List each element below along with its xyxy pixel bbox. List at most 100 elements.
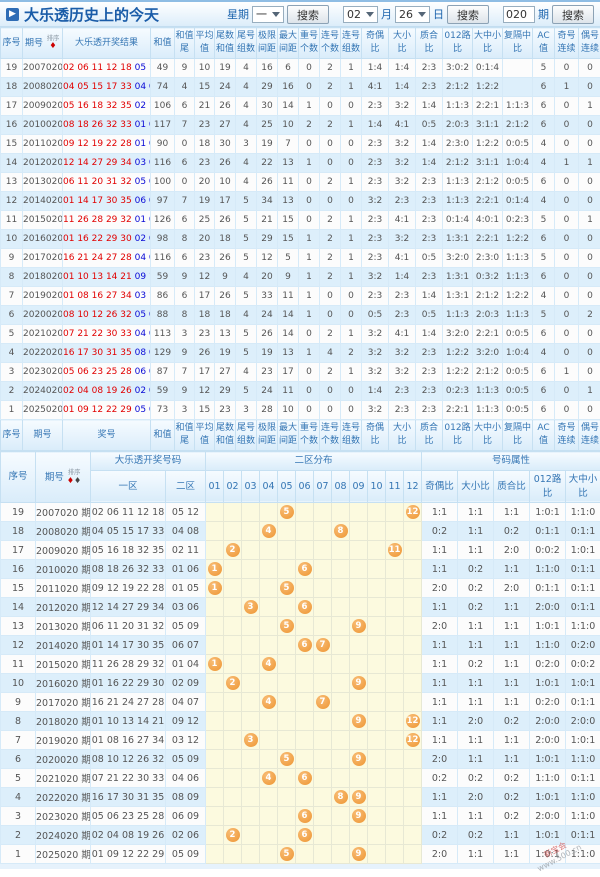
period-cell: 2025020 [23, 401, 63, 420]
back-numbers: 02 06 [135, 386, 151, 396]
table-row: 162010020 期08 18 26 32 3301 06161:10:21:… [1, 560, 600, 579]
period-cell: 2019020 [23, 287, 63, 306]
dist-cell [350, 693, 368, 712]
seq-cell: 1 [1, 845, 36, 864]
seq-cell: 14 [1, 598, 36, 617]
value-cell: 2 [320, 268, 341, 287]
value-cell: 9 [215, 268, 236, 287]
value-cell: 30 [215, 135, 236, 154]
attr-cell: 1:1 [494, 617, 530, 636]
dist-cell [386, 503, 404, 522]
value-cell: 0 [579, 230, 600, 249]
dist-cell [242, 807, 260, 826]
value-cell: 1 [299, 154, 320, 173]
seq-cell: 4 [1, 344, 23, 363]
value-cell: 2:1:2 [473, 287, 503, 306]
month-select[interactable]: 02 [343, 6, 378, 23]
dist-column-header-05: 05 [278, 470, 296, 503]
dist-cell [368, 598, 386, 617]
ball: 8 [334, 790, 348, 804]
dist-cell [368, 541, 386, 560]
dist-cell: 9 [350, 674, 368, 693]
value-cell: 24 [215, 78, 236, 97]
attr-cell: 0:1:1 [566, 693, 600, 712]
value-cell: 0 [555, 344, 579, 363]
attr-cell: 1:1:0 [566, 807, 600, 826]
table-row: 72019020 期01 08 16 27 3403 123121:11:11:… [1, 731, 600, 750]
sort-icon[interactable]: 排序♦♦ [67, 469, 81, 486]
column-header-9: 最大间距 [278, 28, 299, 59]
dist-cell [404, 693, 422, 712]
dist-cell [368, 788, 386, 807]
value-cell: 3:2 [389, 97, 416, 116]
week-search-button[interactable]: 搜索 [287, 5, 329, 24]
value-cell: 1:4 [416, 135, 443, 154]
day-select-value: 26 [399, 8, 413, 21]
value-cell: 12 [195, 382, 215, 401]
attr-cell: 1:1 [422, 807, 458, 826]
ball: 11 [388, 543, 402, 557]
back-numbers: 01 04 [135, 215, 151, 225]
date-search-button[interactable]: 搜索 [447, 5, 489, 24]
dist-cell [224, 579, 242, 598]
dist-cell [224, 788, 242, 807]
value-cell: 1:4 [389, 59, 416, 78]
value-cell: 0 [341, 287, 362, 306]
value-cell: 15 [278, 230, 299, 249]
issue-input[interactable] [503, 6, 535, 23]
seq-cell: 18 [1, 78, 23, 97]
value-cell: 0 [555, 268, 579, 287]
value-cell: 0 [175, 135, 195, 154]
attr-cell: 1:1 [458, 674, 494, 693]
period-cell: 2014020 期 [36, 636, 91, 655]
table-row: 122014020 期01 14 17 30 3506 07671:11:11:… [1, 636, 600, 655]
dist-cell [314, 845, 332, 864]
value-cell: 2 [320, 363, 341, 382]
dist-cell [224, 636, 242, 655]
value-cell: 27 [215, 363, 236, 382]
value-cell: 1:1:3 [443, 306, 473, 325]
dist-cell [278, 826, 296, 845]
dist-cell [242, 693, 260, 712]
zone2-cell: 08 09 [166, 788, 206, 807]
period-cell: 2020020 [23, 306, 63, 325]
value-cell: 2 [320, 59, 341, 78]
value-cell: 13 [215, 325, 236, 344]
value-cell: 3:2 [362, 401, 389, 420]
value-cell: 7 [278, 135, 299, 154]
table2-group-header-row: 序号期号排序♦♦大乐透开奖号码二区分布号码属性 [1, 452, 600, 471]
result-cell: 05 16 18 32 35 02 11 [63, 97, 151, 116]
value-cell: 1:3:1 [443, 268, 473, 287]
value-cell: 0 [579, 249, 600, 268]
attr-cell: 1:1 [458, 503, 494, 522]
attr-cell: 1:0:1 [530, 503, 566, 522]
issue-search-button[interactable]: 搜索 [552, 5, 594, 24]
value-cell: 1:1:3 [503, 249, 533, 268]
period-cell: 2020020 期 [36, 750, 91, 769]
dist-cell: 12 [404, 731, 422, 750]
value-cell: 0 [555, 59, 579, 78]
day-select[interactable]: 26 [395, 6, 430, 23]
value-cell: 1 [299, 268, 320, 287]
dist-cell [242, 541, 260, 560]
result-cell: 05 06 23 25 28 06 09 [63, 363, 151, 382]
attr-cell: 0:2 [458, 655, 494, 674]
footer-column-header-6: 尾数和值 [215, 420, 236, 451]
value-cell: 20 [195, 173, 215, 192]
value-cell: 0 [341, 192, 362, 211]
value-cell: 4:1 [389, 325, 416, 344]
sort-icon[interactable]: 排序♦ [46, 35, 60, 51]
period-cell: 2014020 [23, 192, 63, 211]
attr-cell: 1:0:1 [530, 845, 566, 864]
dist-cell [368, 750, 386, 769]
value-cell: 3:2 [362, 344, 389, 363]
week-select[interactable]: 一 [252, 6, 284, 23]
zone2-cell: 06 09 [166, 807, 206, 826]
result-cell: 07 21 22 30 33 04 06 [63, 325, 151, 344]
chevron-down-icon [272, 12, 280, 17]
result-cell: 01 08 16 27 34 03 12 [63, 287, 151, 306]
value-cell: 9 [175, 344, 195, 363]
value-cell: 4 [236, 363, 257, 382]
result-cell: 04 05 15 17 33 04 08 [63, 78, 151, 97]
dist-cell [296, 655, 314, 674]
